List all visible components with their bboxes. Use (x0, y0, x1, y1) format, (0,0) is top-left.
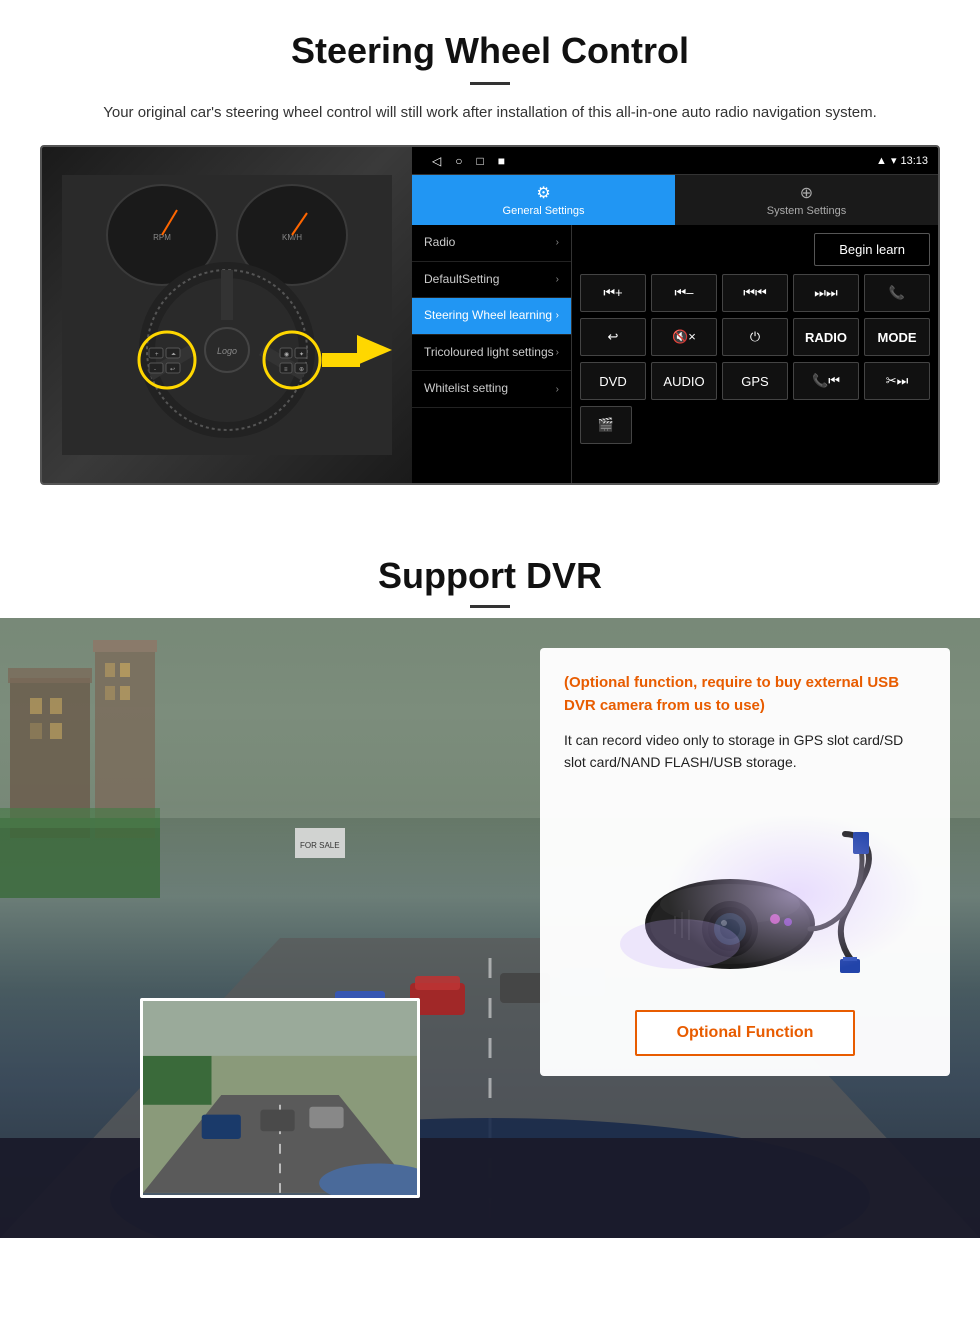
phone-prev-btn[interactable]: 📞⏮ (793, 362, 859, 400)
tab-general-label: General Settings (503, 205, 585, 217)
support-dvr-section: Support DVR (0, 535, 980, 1245)
settings-content: Radio › DefaultSetting › Steering Wheel … (412, 225, 938, 483)
call-btn[interactable]: 📞 (864, 274, 930, 312)
menu-item-steering-label: Steering Wheel learning (424, 308, 552, 324)
mode-btn[interactable]: MODE (864, 318, 930, 356)
home-nav-icon[interactable]: ○ (455, 154, 462, 168)
dvr-background-scene: FOR SALE (Optional function, require to … (0, 618, 980, 1238)
dvr-thumbnail-image (140, 998, 420, 1198)
menu-item-defaultsetting[interactable]: DefaultSetting › (412, 262, 571, 299)
begin-learn-button[interactable]: Begin learn (814, 233, 930, 266)
vol-up-btn[interactable]: ⏮+ (580, 274, 646, 312)
control-row-4: 🎬 (580, 406, 930, 444)
dvr-title-area: Support DVR (0, 535, 980, 618)
menu-item-whitelist-label: Whitelist setting (424, 381, 508, 397)
menu-item-whitelist[interactable]: Whitelist setting › (412, 371, 571, 408)
recents-nav-icon[interactable]: □ (476, 154, 483, 168)
chevron-icon: › (556, 273, 559, 286)
svg-text:-: - (154, 367, 156, 373)
svg-text:≡: ≡ (284, 367, 288, 373)
menu-item-tricoloured[interactable]: Tricoloured light settings › (412, 335, 571, 372)
vol-down-btn[interactable]: ⏮– (651, 274, 717, 312)
power-btn[interactable]: ⏻ (722, 318, 788, 356)
cut-next-btn[interactable]: ✂⏭ (864, 362, 930, 400)
tab-system-label: System Settings (767, 205, 846, 217)
system-icon: ⊕ (800, 183, 813, 203)
settings-tabs: ⚙ General Settings ⊕ System Settings (412, 175, 938, 225)
dvr-cam-btn[interactable]: 🎬 (580, 406, 632, 444)
chevron-icon: › (556, 383, 559, 396)
dvr-camera-image (564, 794, 926, 994)
svg-text:FOR SALE: FOR SALE (300, 841, 340, 850)
menu-nav-icon[interactable]: ■ (498, 154, 505, 168)
next-track-btn[interactable]: ⏭⏭ (793, 274, 859, 312)
android-ui-mockup: RPM KM/H Logo (40, 145, 940, 485)
menu-item-radio[interactable]: Radio › (412, 225, 571, 262)
chevron-icon: › (556, 236, 559, 249)
dvr-divider (470, 605, 510, 608)
prev-track-btn[interactable]: ⏮⏮ (722, 274, 788, 312)
statusbar-system-icons: ▲ ▾ 13:13 (876, 154, 928, 167)
time-display: 13:13 (900, 155, 928, 167)
audio-btn[interactable]: AUDIO (651, 362, 717, 400)
svg-text:+: + (155, 352, 159, 358)
svg-text:⏶: ⏶ (171, 352, 176, 358)
steering-wheel-svg: RPM KM/H Logo (62, 175, 392, 455)
hang-up-btn[interactable]: ↩ (580, 318, 646, 356)
tab-general-settings[interactable]: ⚙ General Settings (412, 175, 675, 225)
dvr-description: It can record video only to storage in G… (564, 729, 926, 774)
dvr-thumbnail-inner (143, 1001, 417, 1195)
menu-item-radio-label: Radio (424, 235, 455, 251)
android-settings-panel: ◁ ○ □ ■ ▲ ▾ 13:13 ⚙ General Settings (412, 147, 938, 483)
dvr-thumbnail-svg (143, 998, 417, 1195)
svg-text:✦: ✦ (299, 351, 304, 358)
android-statusbar: ◁ ○ □ ■ ▲ ▾ 13:13 (412, 147, 938, 175)
dvr-title: Support DVR (0, 555, 980, 597)
statusbar-nav: ◁ ○ □ ■ (432, 154, 505, 168)
steering-wheel-photo: RPM KM/H Logo (42, 147, 412, 483)
tab-system-settings[interactable]: ⊕ System Settings (675, 175, 938, 225)
svg-text:⊕: ⊕ (299, 367, 304, 373)
begin-learn-row: Begin learn (580, 233, 930, 266)
steering-controls-area: Begin learn ⏮+ ⏮– ⏮⏮ ⏭⏭ 📞 ↩ 🔇× ⏻ (572, 225, 938, 483)
chevron-icon: › (556, 346, 559, 359)
menu-item-steering-wheel-learning[interactable]: Steering Wheel learning › (412, 298, 571, 335)
svg-text:Logo: Logo (217, 346, 237, 356)
svg-text:↩: ↩ (170, 367, 175, 373)
wifi-icon: ▾ (891, 154, 897, 167)
title-divider (470, 82, 510, 85)
signal-icon: ▲ (876, 155, 887, 167)
dvr-camera-svg (585, 804, 905, 984)
menu-item-tricoloured-label: Tricoloured light settings (424, 345, 554, 361)
dvr-info-card: (Optional function, require to buy exter… (540, 648, 950, 1076)
gps-btn[interactable]: GPS (722, 362, 788, 400)
svg-text:◉: ◉ (284, 352, 289, 358)
settings-menu-list: Radio › DefaultSetting › Steering Wheel … (412, 225, 572, 483)
control-row-1: ⏮+ ⏮– ⏮⏮ ⏭⏭ 📞 (580, 274, 930, 312)
control-row-3: DVD AUDIO GPS 📞⏮ ✂⏭ (580, 362, 930, 400)
dvd-btn[interactable]: DVD (580, 362, 646, 400)
gear-icon: ⚙ (536, 183, 550, 203)
page-title: Steering Wheel Control (40, 30, 940, 72)
radio-btn[interactable]: RADIO (793, 318, 859, 356)
optional-function-button[interactable]: Optional Function (635, 1010, 856, 1056)
chevron-icon: › (556, 309, 559, 322)
control-row-2: ↩ 🔇× ⏻ RADIO MODE (580, 318, 930, 356)
back-nav-icon[interactable]: ◁ (432, 154, 441, 168)
steering-wheel-section: Steering Wheel Control Your original car… (0, 0, 980, 505)
mute-btn[interactable]: 🔇× (651, 318, 717, 356)
subtitle-text: Your original car's steering wheel contr… (80, 101, 900, 125)
menu-item-default-label: DefaultSetting (424, 272, 499, 288)
dvr-optional-text: (Optional function, require to buy exter… (564, 672, 926, 717)
